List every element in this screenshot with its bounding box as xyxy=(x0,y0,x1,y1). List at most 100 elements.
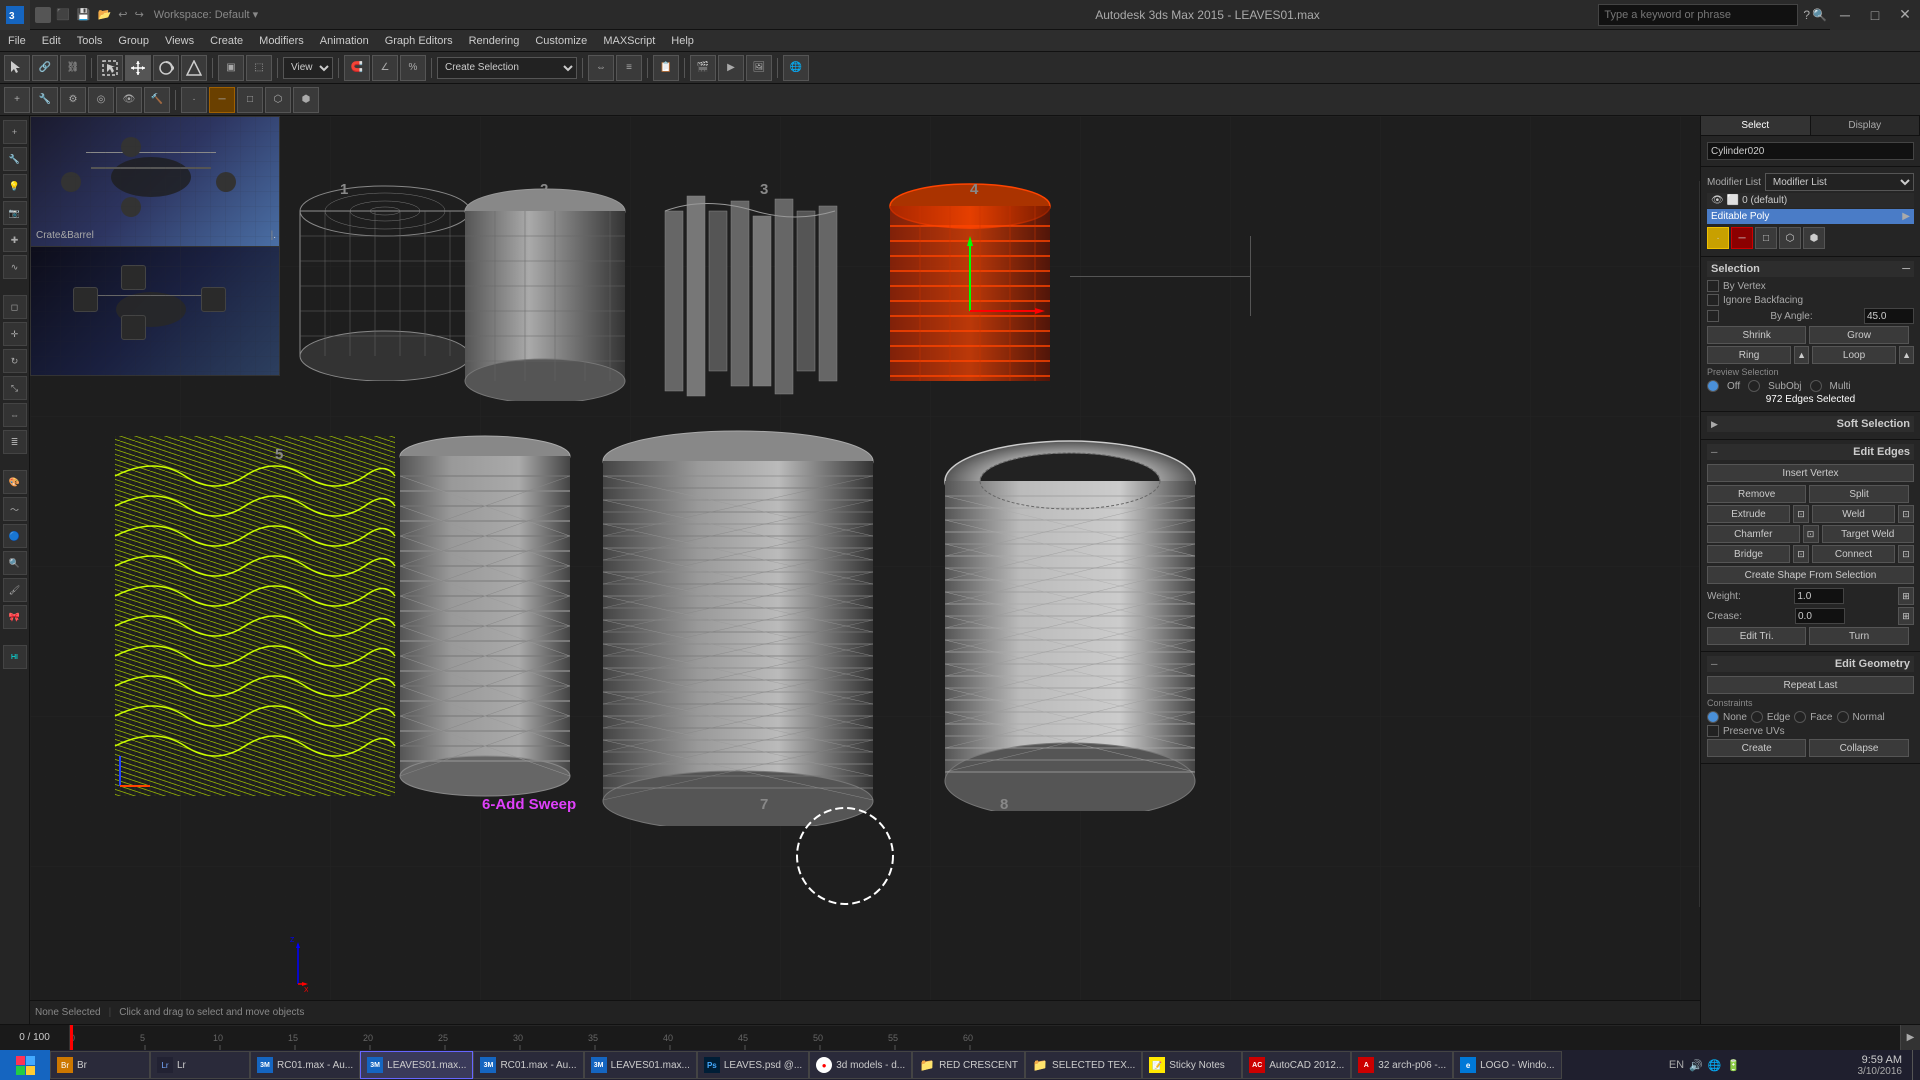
lp-isolate-btn[interactable]: 🔍 xyxy=(3,551,27,575)
weld-settings-btn[interactable]: ⊡ xyxy=(1898,505,1914,523)
edge-sub-btn[interactable]: ─ xyxy=(209,87,235,113)
menu-graph-editors[interactable]: Graph Editors xyxy=(377,30,461,52)
lp-mirror-btn[interactable]: ⇔ xyxy=(3,403,27,427)
connect-settings-btn[interactable]: ⊡ xyxy=(1898,545,1914,563)
timeline-track[interactable]: 0 5 10 15 20 25 30 35 40 45 50 55 60 xyxy=(70,1025,1900,1051)
task-lr[interactable]: Lr Lr xyxy=(150,1051,250,1079)
task-3ds-4[interactable]: 3M LEAVES01.max... xyxy=(584,1051,697,1079)
by-angle-input[interactable] xyxy=(1864,308,1914,324)
turn-btn[interactable]: Turn xyxy=(1809,627,1908,645)
search-icon[interactable]: 🔍 xyxy=(1812,8,1827,22)
radio-normal[interactable] xyxy=(1837,711,1849,723)
chamfer-settings-btn[interactable]: ⊡ xyxy=(1803,525,1819,543)
lp-move-btn[interactable]: ✛ xyxy=(3,322,27,346)
motion-panel-btn[interactable]: ◎ xyxy=(88,87,114,113)
scale-btn[interactable] xyxy=(181,55,207,81)
lp-align-btn[interactable]: ≣ xyxy=(3,430,27,454)
move-btn[interactable] xyxy=(125,55,151,81)
create-btn[interactable]: Create xyxy=(1707,739,1806,757)
task-folder2[interactable]: 📁 SELECTED TEX... xyxy=(1025,1051,1142,1079)
align-btn[interactable]: ≡ xyxy=(616,55,642,81)
connect-btn[interactable]: Connect xyxy=(1812,545,1895,563)
viewport[interactable]: Crate&Barrel |. xyxy=(30,116,1700,1024)
polygon-icon-btn[interactable]: ⬡ xyxy=(1779,227,1801,249)
select-icon[interactable] xyxy=(4,55,30,81)
preserve-uvs-checkbox[interactable] xyxy=(1707,725,1719,737)
lp-spacewarp-btn[interactable]: ∿ xyxy=(3,255,27,279)
chamfer-btn[interactable]: Chamfer xyxy=(1707,525,1800,543)
lp-rotate-btn[interactable]: ↻ xyxy=(3,349,27,373)
insert-vertex-btn[interactable]: Insert Vertex xyxy=(1707,464,1914,482)
edit-edges-header[interactable]: ─ Edit Edges xyxy=(1707,444,1914,460)
extrude-settings-btn[interactable]: ⊡ xyxy=(1793,505,1809,523)
grow-btn[interactable]: Grow xyxy=(1809,326,1908,344)
element-sub-btn[interactable]: ⬢ xyxy=(293,87,319,113)
bridge-btn[interactable]: Bridge xyxy=(1707,545,1790,563)
edit-tri-btn[interactable]: Edit Tri. xyxy=(1707,627,1806,645)
split-btn[interactable]: Split xyxy=(1809,485,1908,503)
by-angle-checkbox[interactable] xyxy=(1707,310,1719,322)
close-button[interactable]: ✕ xyxy=(1890,0,1920,30)
border-sub-btn[interactable]: □ xyxy=(237,87,263,113)
menu-group[interactable]: Group xyxy=(110,30,157,52)
bridge-settings-btn[interactable]: ⊡ xyxy=(1793,545,1809,563)
lp-helper-btn[interactable]: ✚ xyxy=(3,228,27,252)
task-3ds-2[interactable]: 3M LEAVES01.max... xyxy=(360,1051,473,1079)
object-name-input[interactable] xyxy=(1707,142,1914,160)
minimize-button[interactable]: ─ xyxy=(1830,0,1860,30)
modifier-editable-poly[interactable]: Editable Poly ▶ xyxy=(1707,209,1914,224)
soft-selection-header[interactable]: ▶ Soft Selection xyxy=(1707,416,1914,432)
environment-btn[interactable]: 🌐 xyxy=(783,55,809,81)
weld-btn[interactable]: Weld xyxy=(1812,505,1895,523)
select-object-btn[interactable] xyxy=(97,55,123,81)
hierarchy-panel-btn[interactable]: ⚙ xyxy=(60,87,86,113)
shrink-btn[interactable]: Shrink xyxy=(1707,326,1806,344)
vertex-sub-btn[interactable]: · xyxy=(181,87,207,113)
window-crossing-btn[interactable]: ⬚ xyxy=(246,55,272,81)
loop-spinner-up[interactable]: ▲ xyxy=(1899,346,1914,364)
mirror-btn[interactable]: ⇔ xyxy=(588,55,614,81)
radio-subobj[interactable] xyxy=(1748,380,1760,392)
lp-create-btn[interactable]: + xyxy=(3,120,27,144)
lp-curve-btn[interactable]: 〜 xyxy=(3,497,27,521)
angle-snap-btn[interactable]: ∠ xyxy=(372,55,398,81)
lp-light-btn[interactable]: 💡 xyxy=(3,174,27,198)
menu-help[interactable]: Help xyxy=(663,30,702,52)
display-panel-btn[interactable]: 👁 xyxy=(116,87,142,113)
menu-create[interactable]: Create xyxy=(202,30,251,52)
remove-btn[interactable]: Remove xyxy=(1707,485,1806,503)
border-icon-btn[interactable]: □ xyxy=(1755,227,1777,249)
lp-select-btn[interactable]: ◻ xyxy=(3,295,27,319)
help-icon[interactable]: ? xyxy=(1803,8,1810,22)
view-dropdown[interactable]: View xyxy=(283,57,333,79)
selection-header[interactable]: Selection ─ xyxy=(1707,261,1914,277)
modify-panel-btn[interactable]: 🔧 xyxy=(32,87,58,113)
lp-camera-btn[interactable]: 📷 xyxy=(3,201,27,225)
render-setup-btn[interactable]: 🎬 xyxy=(690,55,716,81)
loop-btn[interactable]: Loop xyxy=(1812,346,1896,364)
crease-input[interactable] xyxy=(1795,608,1845,624)
repeat-last-btn[interactable]: Repeat Last xyxy=(1707,676,1914,694)
radio-none[interactable] xyxy=(1707,711,1719,723)
menu-modifiers[interactable]: Modifiers xyxy=(251,30,312,52)
lp-material-btn[interactable]: 🎨 xyxy=(3,470,27,494)
crease-spinner[interactable]: ⊞ xyxy=(1898,607,1914,625)
search-input[interactable] xyxy=(1598,4,1798,26)
tab-select[interactable]: Select xyxy=(1701,116,1811,135)
ignore-backfacing-checkbox[interactable] xyxy=(1707,294,1719,306)
ring-spinner-up[interactable]: ▲ xyxy=(1794,346,1809,364)
selection-dropdown[interactable]: Create Selection xyxy=(437,57,577,79)
percent-snap-btn[interactable]: % xyxy=(400,55,426,81)
utilities-panel-btn[interactable]: 🔨 xyxy=(144,87,170,113)
collapse-btn[interactable]: Collapse xyxy=(1809,739,1908,757)
weight-input[interactable] xyxy=(1794,588,1844,604)
element-icon-btn[interactable]: ⬢ xyxy=(1803,227,1825,249)
menu-animation[interactable]: Animation xyxy=(312,30,377,52)
start-button[interactable] xyxy=(0,1050,50,1080)
lp-paint-btn[interactable]: 🖌 xyxy=(3,578,27,602)
menu-customize[interactable]: Customize xyxy=(527,30,595,52)
target-weld-btn[interactable]: Target Weld xyxy=(1822,525,1915,543)
radio-face[interactable] xyxy=(1794,711,1806,723)
task-br[interactable]: Br Br xyxy=(50,1051,150,1079)
layer-manager-btn[interactable]: 📋 xyxy=(653,55,679,81)
